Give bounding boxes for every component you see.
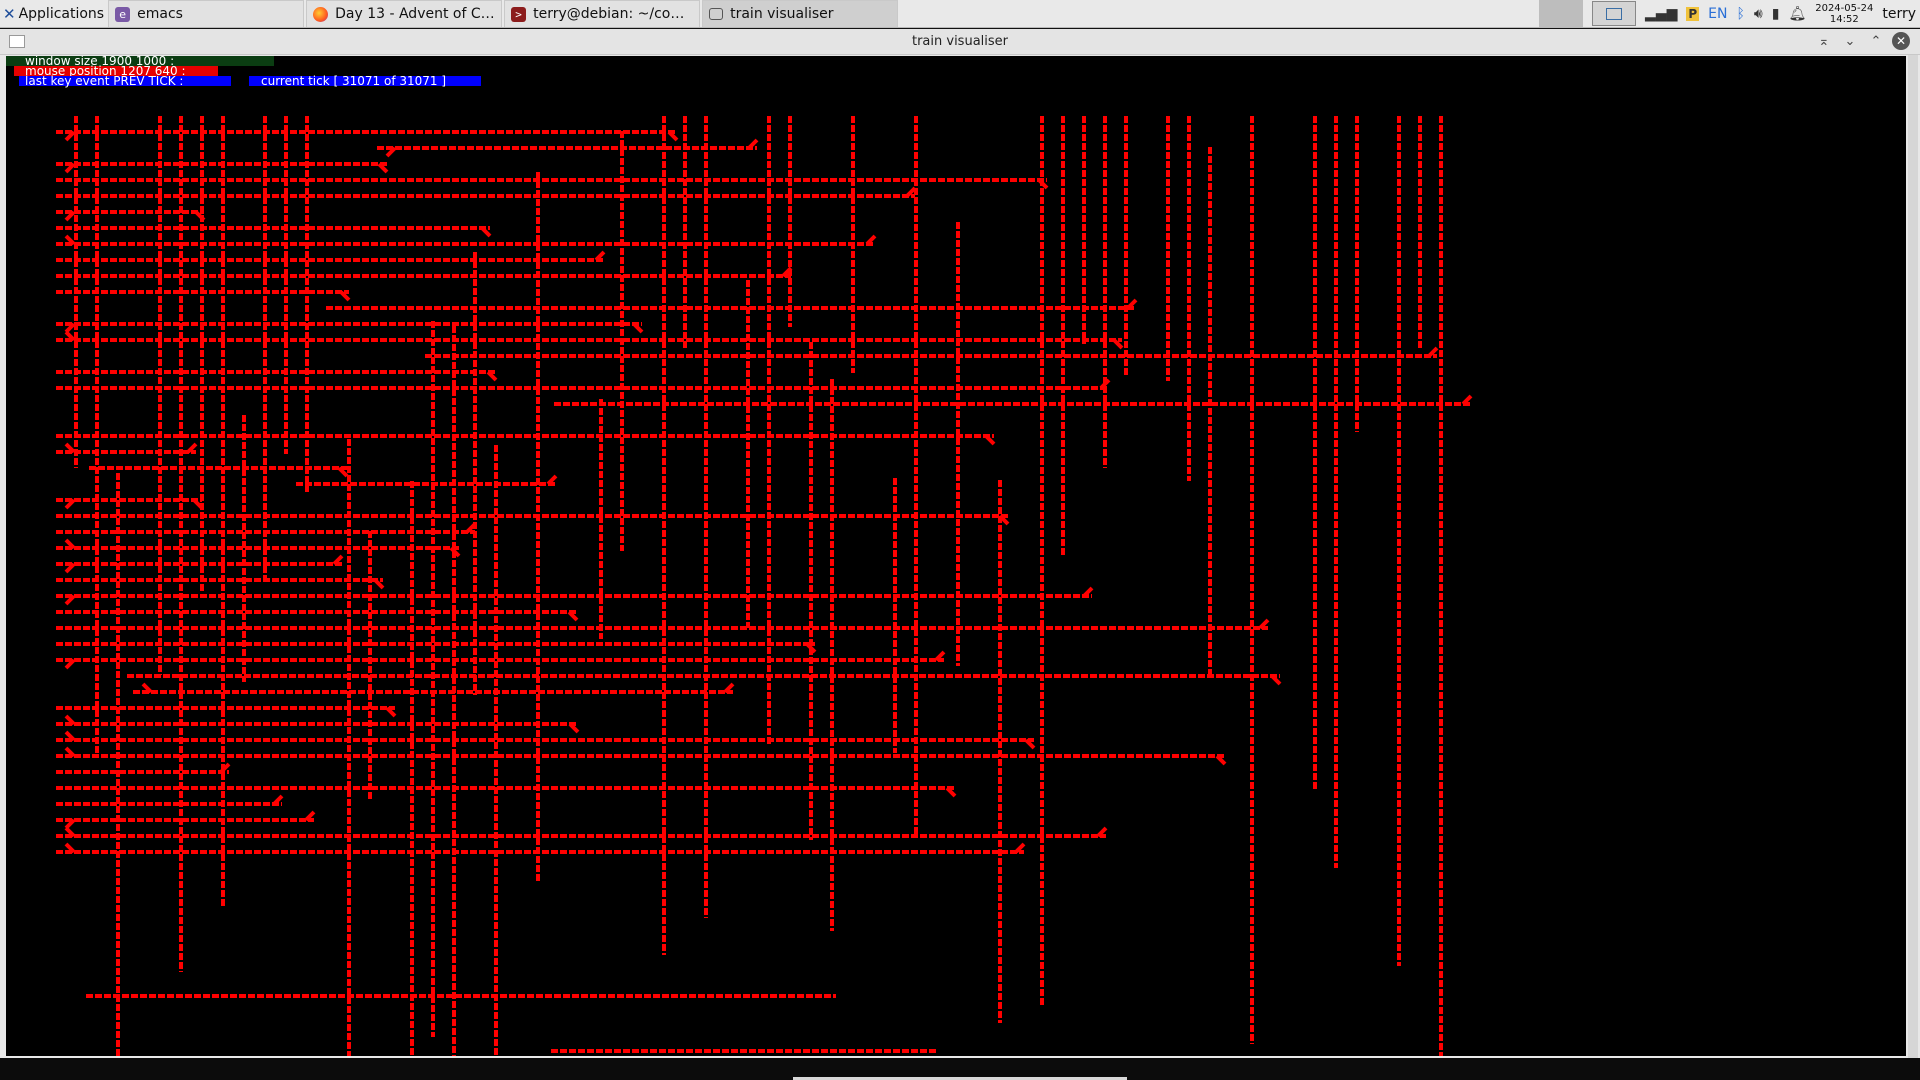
track-corner (1126, 298, 1138, 310)
task-train-visualiser[interactable]: train visualiser (702, 0, 899, 27)
track-corner (865, 234, 877, 246)
emacs-icon: e (115, 6, 131, 22)
close-icon[interactable]: ✕ (1892, 32, 1910, 50)
task-label: Day 13 - Advent of Code ... (335, 6, 495, 22)
window-icon (709, 8, 724, 20)
notification-bell-icon[interactable]: 🔔︎ (1788, 6, 1806, 22)
track-corner (272, 794, 284, 806)
task-firefox[interactable]: Day 13 - Advent of Code ... (306, 0, 503, 27)
bottom-panel (0, 1058, 1920, 1080)
track-corner (1270, 674, 1282, 686)
track-corner (632, 322, 644, 334)
shade-up-icon[interactable]: ⌅ (1814, 31, 1834, 51)
system-tray: ▂▄▆ P EN ᛒ 🔊︎ ▮ 🔔︎ 2024-05-24 14:52 terr… (1539, 0, 1920, 27)
task-terminal[interactable]: > terry@debian: ~/code/ad... (504, 0, 701, 27)
terminal-icon: > (511, 6, 527, 22)
task-label: terry@debian: ~/code/ad... (533, 6, 693, 22)
clock[interactable]: 2024-05-24 14:52 (1815, 2, 1873, 25)
window-controls: ⌅ ⌄ ⌃ ✕ (1814, 31, 1910, 51)
workspace-1[interactable] (1539, 0, 1584, 27)
track-corner (667, 130, 679, 142)
task-emacs[interactable]: e emacs (108, 0, 305, 27)
applications-menu-label: Applications (18, 5, 105, 22)
window-content: window size 1900 1000 : mouse position 1… (0, 55, 1920, 1058)
clipboard-icon[interactable]: P (1686, 6, 1700, 21)
firefox-icon (313, 6, 329, 22)
bluetooth-icon[interactable]: ᛒ (1736, 6, 1744, 22)
xfce-logo-icon: ✕ (3, 4, 16, 23)
keyboard-layout[interactable]: EN (1708, 6, 1727, 22)
clock-date: 2024-05-24 (1815, 3, 1874, 14)
clock-time: 14:52 (1829, 14, 1859, 25)
track-map (56, 116, 1473, 1056)
track-canvas[interactable]: window size 1900 1000 : mouse position 1… (6, 56, 1906, 1056)
hud-current-tick: current tick [ 31071 of 31071 ] (249, 75, 481, 87)
track-corner (568, 722, 580, 734)
workspace-2[interactable] (1592, 1, 1637, 26)
maximize-chevron-icon[interactable]: ⌃ (1866, 31, 1886, 51)
track-corner (1082, 586, 1094, 598)
window-scrollbar[interactable] (1908, 55, 1918, 1058)
window-titlebar[interactable]: train visualiser ⌅ ⌄ ⌃ ✕ (0, 29, 1920, 55)
minimize-chevron-icon[interactable]: ⌄ (1840, 31, 1860, 51)
battery-icon[interactable]: ▮ (1772, 6, 1780, 22)
taskbar: ✕ Applications e emacs Day 13 - Advent o… (0, 0, 1920, 28)
task-label: train visualiser (730, 6, 834, 22)
volume-icon[interactable]: 🔊︎ (1754, 6, 1763, 22)
window-menu-icon[interactable] (9, 35, 25, 48)
hud-last-key-event: last key event PREV TICK : (19, 75, 231, 87)
network-signal-icon[interactable]: ▂▄▆ (1645, 6, 1677, 22)
user-name[interactable]: terry (1882, 6, 1916, 22)
workspace-window-icon (1606, 7, 1623, 20)
task-label: emacs (137, 6, 183, 22)
applications-menu[interactable]: ✕ Applications (0, 0, 108, 27)
window-title: train visualiser (911, 34, 1008, 49)
